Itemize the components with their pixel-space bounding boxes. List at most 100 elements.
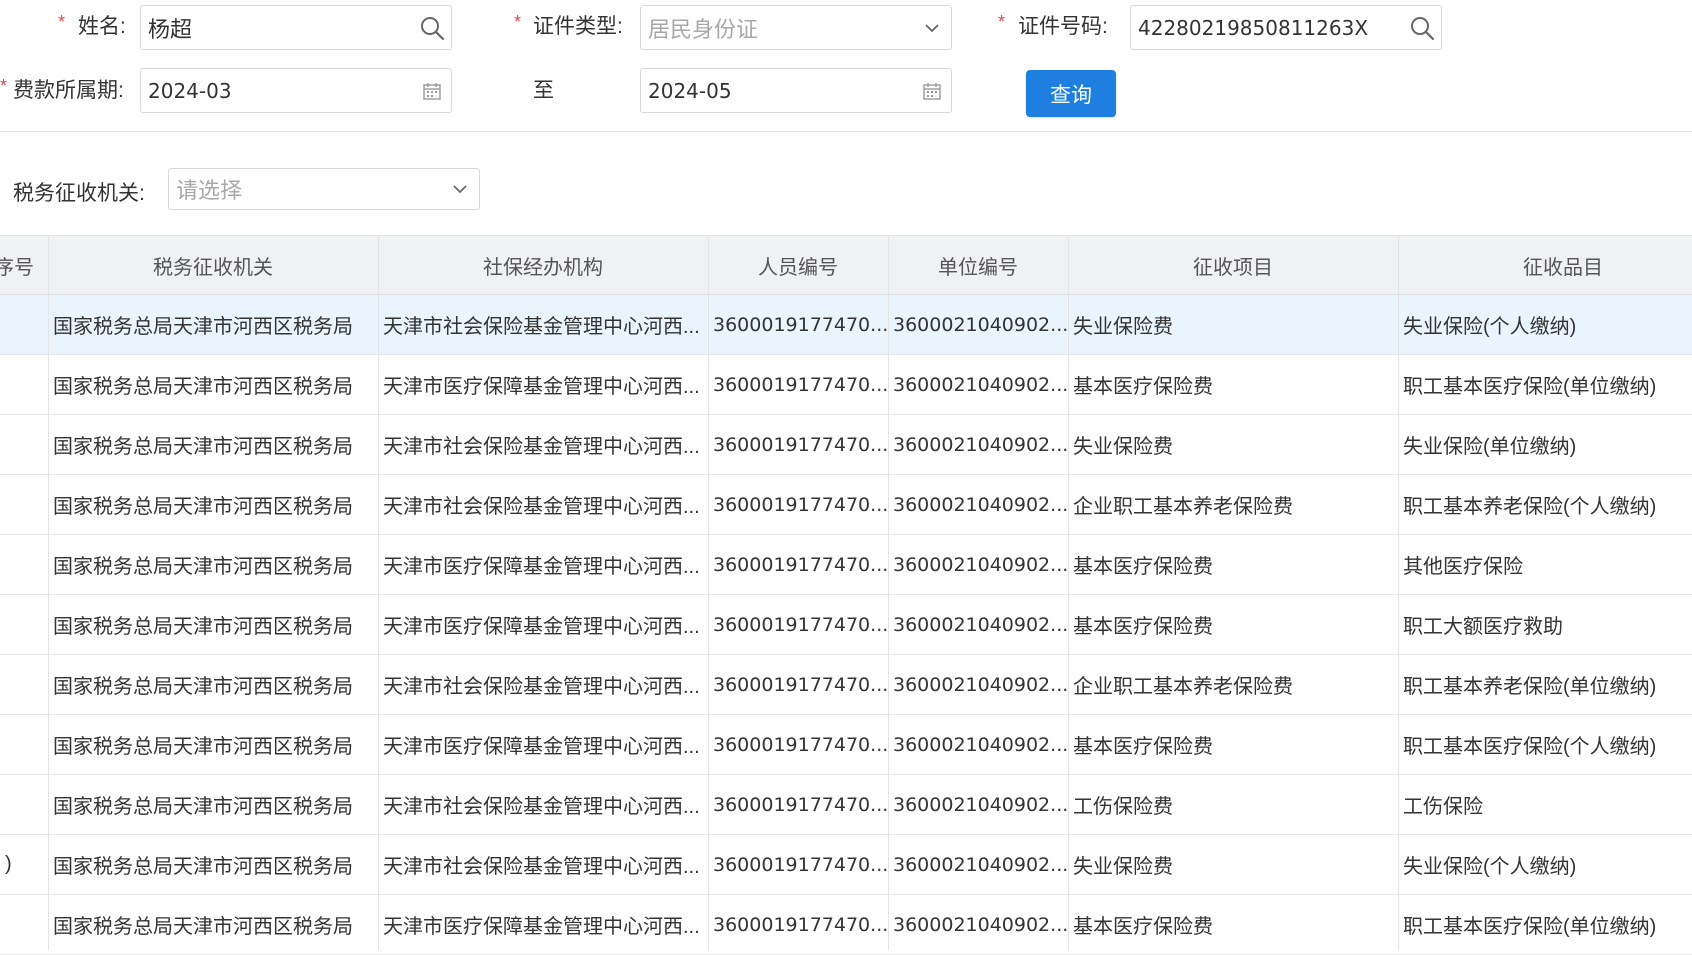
- period-to-value: 2024-05: [648, 78, 732, 103]
- table-cell: 天津市社会保险基金管理中心河西...: [383, 436, 700, 458]
- table-cell: 3600021040902...: [893, 493, 1068, 516]
- table-cell: 3600019177470...: [713, 433, 888, 456]
- table-cell: 失业保险(单位缴纳): [1403, 436, 1577, 458]
- table-cell: 3600019177470...: [713, 733, 888, 756]
- table-cell: 3600021040902...: [893, 733, 1068, 756]
- column-header: 单位编号: [938, 256, 1018, 279]
- table-cell: 企业职工基本养老保险费: [1073, 676, 1293, 698]
- table-row[interactable]: 国家税务总局天津市河西区税务局 天津市社会保险基金管理中心河西... 3600019…: [0, 475, 1692, 535]
- row-index-cell: [0, 295, 48, 354]
- required-mark: *: [998, 12, 1006, 32]
- table-cell: 国家税务总局天津市河西区税务局: [53, 376, 353, 398]
- table-cell: 天津市医疗保障基金管理中心河西...: [383, 376, 700, 398]
- table-cell: 国家税务总局天津市河西区税务局: [53, 316, 353, 338]
- table-cell: 天津市社会保险基金管理中心河西...: [383, 496, 700, 518]
- table-row[interactable]: 国家税务总局天津市河西区税务局 天津市医疗保障基金管理中心河西... 3600019…: [0, 895, 1692, 955]
- table-row[interactable]: ) 国家税务总局天津市河西区税务局 天津市社会保险基金管理中心河西... 360001…: [0, 835, 1692, 895]
- table-cell: 3600021040902...: [893, 553, 1068, 576]
- form-divider: [0, 131, 1692, 132]
- table-cell: 3600019177470...: [713, 793, 888, 816]
- column-header: 序号: [0, 256, 34, 279]
- table-cell: 基本医疗保险费: [1073, 556, 1213, 578]
- table-cell: 失业保险费: [1073, 856, 1173, 878]
- table-cell: 工伤保险: [1403, 796, 1483, 818]
- row-index-cell: [0, 895, 48, 954]
- column-header: 社保经办机构: [483, 256, 603, 279]
- tax-office-placeholder: 请选择: [176, 178, 243, 203]
- period-separator: 至: [533, 79, 554, 102]
- table-cell: 国家税务总局天津市河西区税务局: [53, 916, 353, 938]
- table-cell: 3600021040902...: [893, 613, 1068, 636]
- table-cell: 3600021040902...: [893, 793, 1068, 816]
- row-index-cell: [0, 595, 48, 654]
- row-index-cell: [0, 355, 48, 414]
- name-value: 杨超: [148, 16, 193, 42]
- table-cell: 国家税务总局天津市河西区税务局: [53, 436, 353, 458]
- table-cell: 失业保险(个人缴纳): [1403, 316, 1577, 338]
- row-index-cell: [0, 535, 48, 594]
- column-header: 征收品目: [1523, 256, 1603, 279]
- column-divider: [1398, 235, 1399, 950]
- idno-field[interactable]: 42280219850811263X: [1130, 5, 1442, 50]
- name-field[interactable]: 杨超: [140, 5, 452, 50]
- table-row[interactable]: 国家税务总局天津市河西区税务局 天津市社会保险基金管理中心河西... 3600019…: [0, 415, 1692, 475]
- table-row[interactable]: 国家税务总局天津市河西区税务局 天津市社会保险基金管理中心河西... 3600019…: [0, 295, 1692, 355]
- table-row[interactable]: 国家税务总局天津市河西区税务局 天津市医疗保障基金管理中心河西... 3600019…: [0, 595, 1692, 655]
- table-cell: 其他医疗保险: [1403, 556, 1523, 578]
- table-cell: 天津市社会保险基金管理中心河西...: [383, 796, 700, 818]
- query-button[interactable]: 查询: [1026, 70, 1116, 117]
- table-cell: 基本医疗保险费: [1073, 376, 1213, 398]
- row-index-cell: [0, 475, 48, 534]
- table-cell: 国家税务总局天津市河西区税务局: [53, 556, 353, 578]
- table-cell: 天津市医疗保障基金管理中心河西...: [383, 736, 700, 758]
- table-row[interactable]: 国家税务总局天津市河西区税务局 天津市社会保险基金管理中心河西... 3600019…: [0, 775, 1692, 835]
- table-row[interactable]: 国家税务总局天津市河西区税务局 天津市医疗保障基金管理中心河西... 3600019…: [0, 355, 1692, 415]
- row-index-cell: [0, 415, 48, 474]
- column-header: 征收项目: [1193, 256, 1273, 279]
- period-from-value: 2024-03: [148, 78, 232, 103]
- table-row[interactable]: 国家税务总局天津市河西区税务局 天津市社会保险基金管理中心河西... 3600019…: [0, 655, 1692, 715]
- table-cell: 国家税务总局天津市河西区税务局: [53, 496, 353, 518]
- chevron-down-icon: [441, 169, 479, 209]
- idno-label: 证件号码:: [1018, 15, 1108, 38]
- column-divider: [48, 235, 49, 950]
- row-index-cell: [0, 715, 48, 774]
- table-cell: 职工基本医疗保险(单位缴纳): [1403, 916, 1657, 938]
- table-cell: 天津市社会保险基金管理中心河西...: [383, 676, 700, 698]
- table-cell: 国家税务总局天津市河西区税务局: [53, 856, 353, 878]
- tax-office-select[interactable]: 请选择: [168, 168, 480, 210]
- table-cell: 天津市医疗保障基金管理中心河西...: [383, 556, 700, 578]
- calendar-icon: [913, 69, 951, 112]
- idtype-select[interactable]: 居民身份证: [640, 5, 952, 50]
- table-cell: 基本医疗保险费: [1073, 616, 1213, 638]
- table-cell: 失业保险费: [1073, 436, 1173, 458]
- search-icon[interactable]: [1403, 6, 1441, 49]
- table-cell: 国家税务总局天津市河西区税务局: [53, 796, 353, 818]
- table-cell: 3600019177470...: [713, 673, 888, 696]
- table-header: 序号 税务征收机关 社保经办机构 人员编号 单位编号 征收项目 征收品目: [0, 235, 1692, 295]
- table-cell: 天津市社会保险基金管理中心河西...: [383, 316, 700, 338]
- search-icon[interactable]: [413, 6, 451, 49]
- column-divider: [378, 235, 379, 950]
- table-cell: 职工基本医疗保险(单位缴纳): [1403, 376, 1657, 398]
- table-row[interactable]: 国家税务总局天津市河西区税务局 天津市医疗保障基金管理中心河西... 3600019…: [0, 715, 1692, 775]
- period-from-picker[interactable]: 2024-03: [140, 68, 452, 113]
- table-cell: 3600021040902...: [893, 913, 1068, 936]
- column-header: 税务征收机关: [153, 256, 273, 279]
- table-cell: 职工基本医疗保险(个人缴纳): [1403, 736, 1657, 758]
- table-cell: 天津市社会保险基金管理中心河西...: [383, 856, 700, 878]
- table-cell: 3600019177470...: [713, 913, 888, 936]
- table-cell: 国家税务总局天津市河西区税务局: [53, 616, 353, 638]
- idtype-placeholder: 居民身份证: [648, 16, 759, 42]
- table-cell: 3600019177470...: [713, 613, 888, 636]
- column-divider: [888, 235, 889, 950]
- table-cell: 失业保险费: [1073, 316, 1173, 338]
- table-row[interactable]: 国家税务总局天津市河西区税务局 天津市医疗保障基金管理中心河西... 3600019…: [0, 535, 1692, 595]
- name-label: 姓名:: [78, 15, 126, 38]
- period-label: 费款所属期:: [13, 79, 124, 102]
- period-to-picker[interactable]: 2024-05: [640, 68, 952, 113]
- required-mark: *: [0, 76, 8, 96]
- idno-value: 42280219850811263X: [1138, 15, 1369, 40]
- table-cell: 企业职工基本养老保险费: [1073, 496, 1293, 518]
- calendar-icon: [413, 69, 451, 112]
